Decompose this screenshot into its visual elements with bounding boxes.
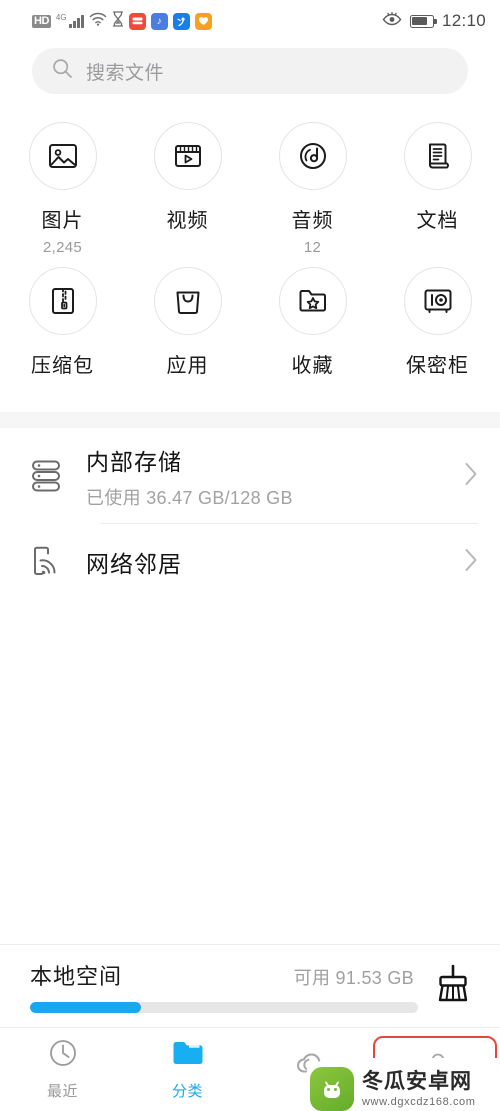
watermark-logo-icon [310,1067,354,1111]
network-neighborhood-icon [30,544,86,580]
category-label: 应用 [166,355,209,377]
nav-item-recent[interactable]: 最近 [0,1028,125,1111]
apps-bag-icon [153,267,222,335]
status-bar: HD 4G ♪ 12:10 [0,0,500,42]
folder-icon [172,1038,204,1073]
nav-label: 分类 [171,1083,203,1100]
search-section: 搜索文件 [0,42,500,112]
favorites-folder-icon [278,267,347,335]
local-space-progress-track [30,1002,418,1013]
category-label: 收藏 [291,355,334,377]
category-videos[interactable]: 视频 [125,118,250,257]
row-subtitle: 已使用 36.47 GB/128 GB [86,487,293,508]
broom-icon[interactable] [434,963,478,1010]
category-label: 文档 [416,210,459,232]
storage-list: 内部存储 已使用 36.47 GB/128 GB 网络邻居 [0,428,500,600]
clock-icon [48,1038,78,1073]
network-neighborhood-text: 网络邻居 [86,545,464,579]
watermark-text: 冬瓜安卓网 www.dgxcdz168.com [362,1070,476,1108]
chevron-right-icon [464,462,478,491]
category-images[interactable]: 图片 2,245 [0,118,125,257]
category-archives[interactable]: 压缩包 [0,263,125,402]
category-audio[interactable]: 音频 12 [250,118,375,257]
section-divider [0,412,500,428]
app-heart-icon [194,12,212,30]
internal-storage-icon [30,457,86,495]
category-label: 保密柜 [406,355,469,377]
local-space-panel: 本地空间 可用 91.53 GB [0,944,500,1027]
local-space-free: 可用 91.53 GB [293,968,414,988]
chevron-right-icon [464,548,478,577]
category-row-1: 图片 2,245 视频 音频 12 文档 [0,118,500,257]
hourglass-icon [112,10,124,32]
archive-icon [28,267,97,335]
safe-box-icon [403,267,472,335]
search-icon [52,58,73,84]
file-manager-screen: HD 4G ♪ 12:10 搜索文件 图片 2,245 视频 音频 12 文档 … [0,0,500,1111]
signal-4g-icon: 4G [56,14,84,28]
local-space-progress-fill [30,1002,141,1013]
wifi-icon [89,12,107,31]
video-icon [153,122,222,190]
site-watermark: 冬瓜安卓网 www.dgxcdz168.com [300,1058,500,1111]
app-alipay-icon [172,12,190,30]
search-bar[interactable]: 搜索文件 [32,48,468,94]
audio-icon [278,122,347,190]
category-grid: 图片 2,245 视频 音频 12 文档 压缩包 应用 收藏 保密柜 [0,112,500,412]
search-input[interactable]: 搜索文件 [86,58,164,85]
clock-time: 12:10 [441,11,486,30]
status-bar-right-icons: 12:10 [382,11,486,31]
category-count: 2,245 [42,239,83,256]
local-space-header: 本地空间 可用 91.53 GB [30,959,418,991]
category-row-2: 压缩包 应用 收藏 保密柜 [0,263,500,402]
app-music-icon: ♪ [150,12,168,30]
status-bar-left-icons: HD 4G ♪ [32,10,212,32]
hd-badge: HD [32,14,51,28]
battery-icon [409,14,437,28]
category-favorites[interactable]: 收藏 [250,263,375,402]
row-title: 内部存储 [86,448,182,475]
category-label: 音频 [291,210,334,232]
watermark-name: 冬瓜安卓网 [362,1070,472,1093]
eye-comfort-icon [382,11,402,31]
category-safe[interactable]: 保密柜 [375,263,500,402]
category-apps[interactable]: 应用 [125,263,250,402]
category-label: 图片 [41,210,84,232]
local-space-title: 本地空间 [30,964,123,989]
image-icon [28,122,97,190]
category-label: 压缩包 [31,355,94,377]
document-icon [403,122,472,190]
row-title: 网络邻居 [86,551,182,577]
local-space-main: 本地空间 可用 91.53 GB [30,959,418,1013]
network-neighborhood-row[interactable]: 网络邻居 [0,524,500,600]
nav-item-categories[interactable]: 分类 [125,1028,250,1111]
internal-storage-text: 内部存储 已使用 36.47 GB/128 GB [86,443,464,510]
category-documents[interactable]: 文档 [375,118,500,257]
watermark-url: www.dgxcdz168.com [362,1096,476,1108]
nav-label: 最近 [46,1083,78,1100]
internal-storage-row[interactable]: 内部存储 已使用 36.47 GB/128 GB [0,428,500,524]
app-red-icon [128,12,146,30]
category-count: 12 [303,239,322,256]
category-label: 视频 [166,210,209,232]
